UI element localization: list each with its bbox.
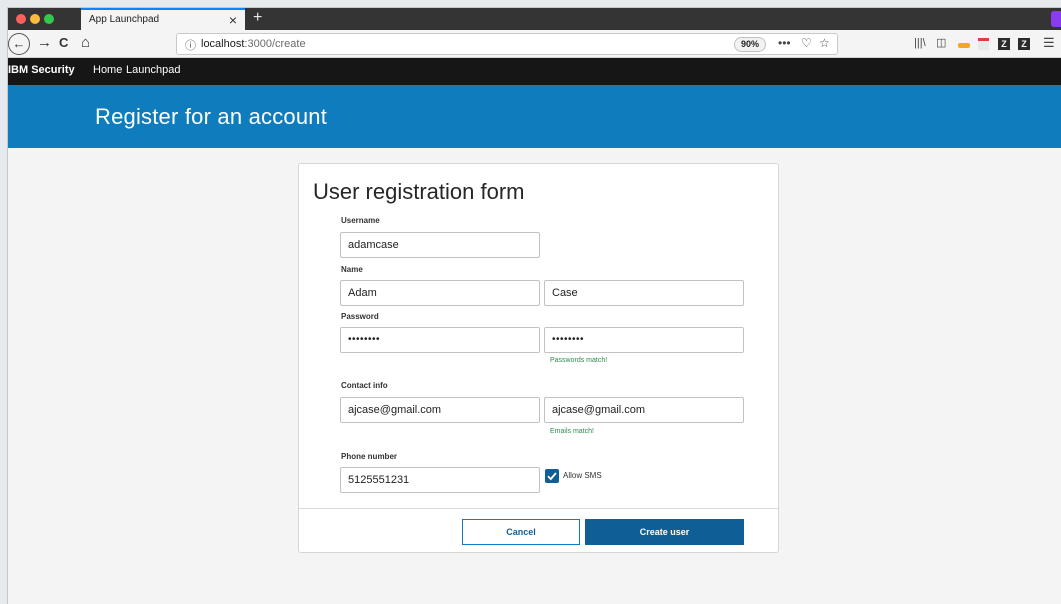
calendar-ext-icon[interactable]: [978, 38, 989, 50]
confirm-password-input[interactable]: ••••••••: [544, 327, 744, 353]
url-text[interactable]: localhost:3000/create: [201, 38, 306, 50]
more-icon[interactable]: •••: [778, 36, 791, 50]
browser-window: App Launchpad × + ← → C ⌂ ⓘ localhost:30…: [8, 8, 1061, 604]
app-header: IBM Security Home Launchpad: [8, 58, 1061, 85]
brand-logo[interactable]: IBM Security: [8, 64, 75, 76]
first-name-input[interactable]: Adam: [340, 280, 540, 306]
private-browsing-icon: [1051, 11, 1061, 27]
sidebar-icon[interactable]: ◫: [936, 35, 946, 51]
zotero-icon-2[interactable]: Z: [1018, 38, 1030, 50]
zotero-icon[interactable]: Z: [998, 38, 1010, 50]
url-path: :3000/create: [244, 38, 306, 50]
page-banner: Register for an account: [8, 85, 1061, 148]
create-user-button[interactable]: Create user: [585, 519, 744, 545]
phone-number-label: Phone number: [341, 452, 398, 461]
browser-tab[interactable]: App Launchpad ×: [81, 8, 245, 30]
menu-icon[interactable]: ☰: [1043, 35, 1055, 51]
close-window-button[interactable]: [16, 14, 26, 24]
pocket-ext-icon[interactable]: [958, 43, 970, 48]
maximize-window-button[interactable]: [44, 14, 54, 24]
phone-number-input[interactable]: 5125551231: [340, 467, 540, 493]
reload-icon[interactable]: C: [59, 33, 68, 53]
email-match-hint: Emails match!: [550, 428, 594, 435]
allow-sms-label[interactable]: Allow SMS: [563, 471, 602, 480]
contact-info-label: Contact info: [341, 381, 388, 390]
nav-link-home[interactable]: Home: [93, 64, 122, 76]
cancel-button[interactable]: Cancel: [462, 519, 580, 545]
username-input[interactable]: adamcase: [340, 232, 540, 258]
tab-title: App Launchpad: [89, 14, 160, 25]
confirm-email-input[interactable]: ajcase@gmail.com: [544, 397, 744, 423]
navigation-bar: ← → C ⌂ ⓘ localhost:3000/create 90% ••• …: [8, 30, 1061, 58]
password-match-hint: Passwords match!: [550, 357, 608, 364]
name-label: Name: [341, 265, 363, 274]
password-input[interactable]: ••••••••: [340, 327, 540, 353]
home-icon[interactable]: ⌂: [81, 33, 90, 53]
nav-link-launchpad[interactable]: Launchpad: [126, 64, 180, 76]
bookmark-star-icon[interactable]: ☆: [819, 36, 830, 50]
last-name-input[interactable]: Case: [544, 280, 744, 306]
page-title: Register for an account: [95, 104, 328, 129]
password-label: Password: [341, 312, 379, 321]
url-bar[interactable]: ⓘ localhost:3000/create 90% ••• ♡ ☆: [176, 33, 838, 55]
zoom-level[interactable]: 90%: [734, 37, 767, 52]
forward-icon[interactable]: →: [37, 33, 52, 53]
allow-sms-checkbox[interactable]: [545, 469, 559, 483]
pocket-icon[interactable]: ♡: [801, 36, 812, 50]
library-icon[interactable]: |||\: [914, 35, 926, 51]
form-divider: [299, 508, 778, 509]
url-host: localhost: [201, 38, 245, 50]
username-label: Username: [341, 216, 380, 225]
new-tab-button[interactable]: +: [253, 8, 262, 28]
minimize-window-button[interactable]: [30, 14, 40, 24]
info-icon[interactable]: ⓘ: [185, 37, 196, 53]
tab-bar: App Launchpad × +: [8, 8, 1061, 30]
tab-close-icon[interactable]: ×: [229, 11, 237, 29]
form-title: User registration form: [313, 179, 525, 204]
registration-card: User registration form Username adamcase…: [298, 163, 779, 553]
email-input[interactable]: ajcase@gmail.com: [340, 397, 540, 423]
checkmark-icon: [547, 472, 557, 481]
back-icon[interactable]: ←: [8, 33, 30, 55]
